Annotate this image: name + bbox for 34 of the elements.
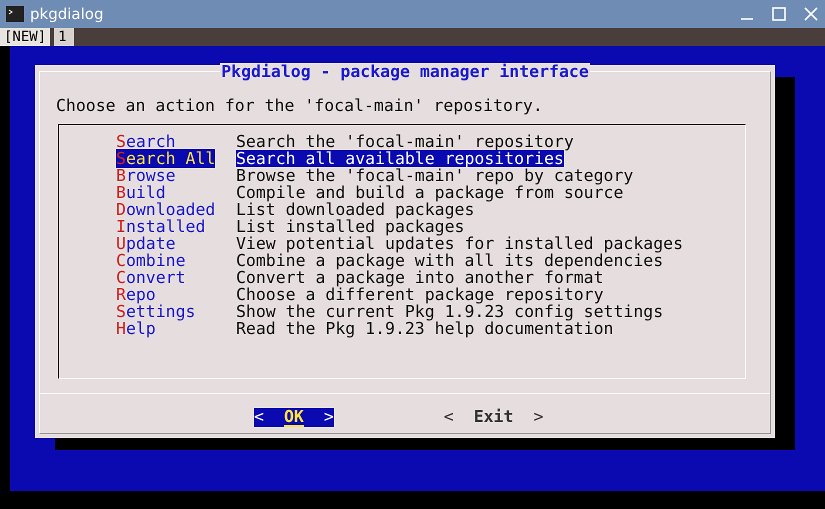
menu-tag[interactable]: Installed	[116, 217, 206, 236]
menu-tag[interactable]: Browse	[116, 166, 176, 185]
menu-description: Search the 'focal-main' repository	[236, 133, 574, 150]
menu-tag[interactable]: Repo	[116, 285, 156, 304]
dialog-button[interactable]: < OK >	[254, 408, 334, 427]
menu-description: List downloaded packages	[236, 201, 474, 218]
menu-tag[interactable]: Settings	[116, 302, 196, 321]
menu-tag[interactable]: Help	[116, 319, 156, 338]
window-tab[interactable]: 1	[54, 28, 74, 46]
menu-tag[interactable]: Build	[116, 183, 166, 202]
menu-description: Show the current Pkg 1.9.23 config settings	[236, 303, 664, 320]
menu-description: Browse the 'focal-main' repo by category	[236, 167, 634, 184]
menu-tag[interactable]: Search	[116, 132, 176, 151]
menu-description: List installed packages	[236, 218, 464, 235]
menu-tag[interactable]: Downloaded	[116, 200, 216, 219]
dialog-button[interactable]: < Exit >	[444, 408, 544, 427]
menu-description: Search all available repositories	[236, 150, 564, 167]
menu-description: Choose a different package repository	[236, 286, 604, 303]
maximize-icon[interactable]	[771, 6, 787, 22]
dialog-title: Pkgdialog - package manager interface	[220, 63, 590, 80]
menu-description: View potential updates for installed packages	[236, 235, 684, 252]
menu-description: Read the Pkg 1.9.23 help documentation	[236, 320, 614, 337]
menu-tag[interactable]: Search All	[116, 149, 216, 168]
menu-description: Compile and build a package from source	[236, 184, 624, 201]
menu-description: Convert a package into another format	[236, 269, 604, 286]
window-title: pkgdialog	[30, 5, 104, 23]
menu-tag[interactable]: Combine	[116, 251, 186, 270]
terminal-icon	[6, 6, 24, 22]
close-icon[interactable]	[803, 6, 819, 22]
menu-description: Combine a package with all its dependencies	[236, 252, 664, 269]
window-tab[interactable]: [NEW]	[0, 28, 50, 46]
menu-tag[interactable]: Convert	[116, 268, 186, 287]
dialog-prompt: Choose an action for the 'focal-main' repository.	[56, 97, 544, 114]
menu-tag[interactable]: Update	[116, 234, 176, 253]
